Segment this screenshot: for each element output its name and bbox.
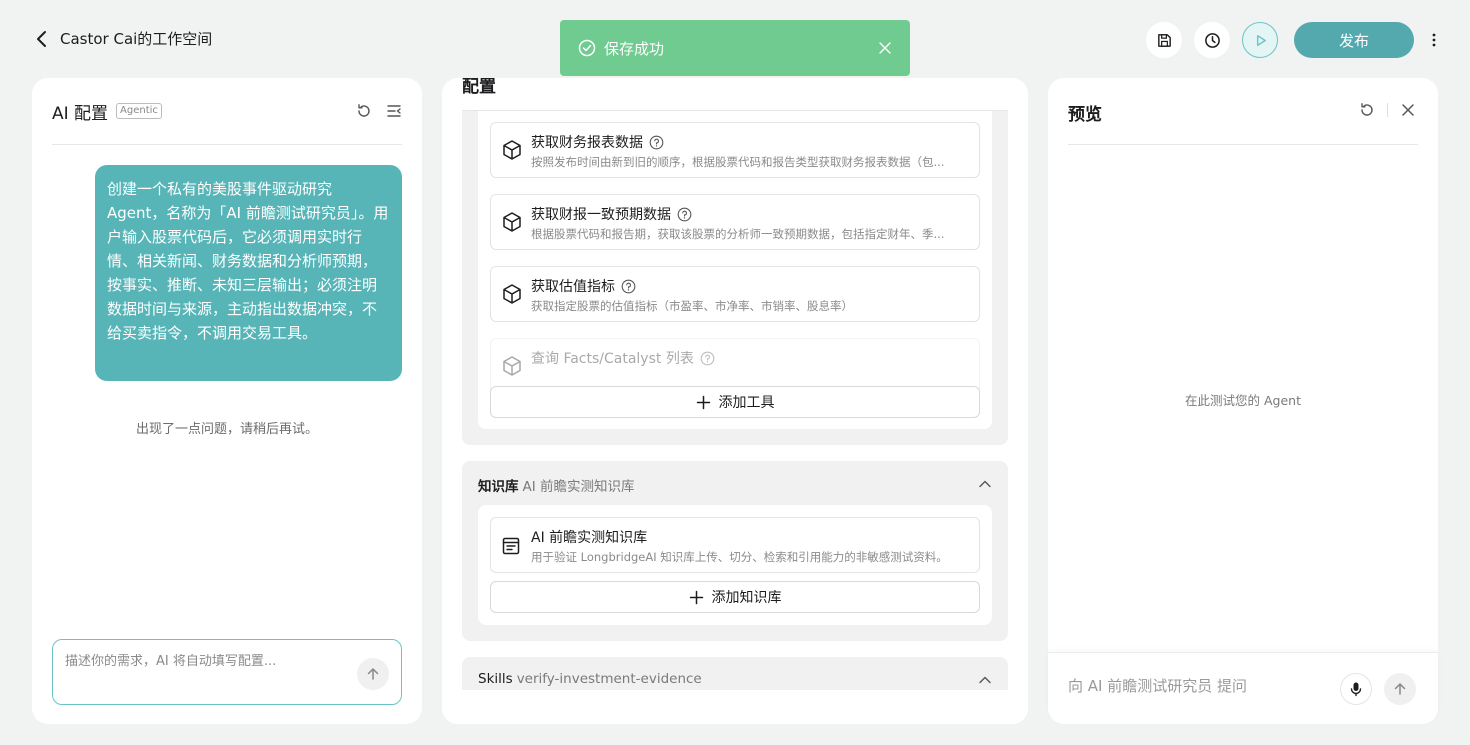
arrow-up-icon — [367, 668, 379, 680]
agentic-badge: Agentic — [116, 103, 162, 119]
publish-button[interactable]: 发布 — [1294, 22, 1414, 58]
tool-name-row: 获取财务报表数据 — [531, 132, 664, 152]
knowledge-header[interactable]: 知识库 AI 前瞻实测知识库 — [478, 475, 635, 495]
top-actions: 发布 — [1146, 22, 1442, 58]
cube-icon — [503, 212, 521, 232]
help-icon[interactable] — [700, 351, 715, 366]
close-icon[interactable] — [1400, 102, 1416, 118]
config-panel: 配置 获取财务报表数据 按照发布时间由新到旧的顺序，根据股票代码和报告类型获取财… — [442, 78, 1028, 724]
cube-icon — [503, 356, 521, 376]
more-menu-button[interactable] — [1426, 22, 1442, 58]
microphone-icon — [1350, 682, 1362, 697]
preview-actions-separator — [1387, 103, 1388, 117]
preview-divider — [1068, 144, 1418, 145]
help-icon[interactable] — [677, 207, 692, 222]
tool-description: 按照发布时间由新到旧的顺序，根据股票代码和报告类型获取财务报表数据（包... — [531, 155, 945, 169]
tool-name-row: 获取估值指标 — [531, 276, 636, 296]
back-to-workspace[interactable]: Castor Cai的工作空间 — [32, 28, 212, 49]
knowledge-list: AI 前瞻实测知识库 用于验证 LongbridgeAI 知识库上传、切分、检索… — [478, 505, 992, 625]
skills-label: Skills — [478, 671, 513, 687]
workspace-title: Castor Cai的工作空间 — [60, 30, 213, 48]
knowledge-section: 知识库 AI 前瞻实测知识库 AI 前瞻实测知识库 用于验证 Longbridge… — [462, 461, 1008, 641]
preview-chat-input[interactable] — [1068, 677, 1328, 695]
preview-title: 预览 — [1068, 105, 1102, 125]
skills-header[interactable]: Skills verify-investment-evidence — [478, 671, 702, 687]
tool-name-row: 查询 Facts/Catalyst 列表 — [531, 348, 715, 368]
preview-send-button[interactable] — [1384, 673, 1416, 705]
preview-chat-box — [1048, 652, 1438, 724]
chevron-up-icon[interactable] — [978, 477, 992, 491]
check-circle-icon — [578, 39, 596, 57]
user-message-bubble: 创建一个私有的美股事件驱动研究 Agent，名称为「AI 前瞻测试研究员」。用户… — [95, 165, 402, 381]
add-tool-label: 添加工具 — [718, 395, 775, 411]
list-collapse-icon[interactable] — [386, 103, 402, 119]
config-divider — [462, 110, 1008, 111]
add-tool-button[interactable]: 添加工具 — [490, 386, 980, 418]
tool-card[interactable]: 获取估值指标 获取指定股票的估值指标（市盈率、市净率、市销率、股息率） — [490, 266, 980, 322]
ai-config-header: AI 配置 Agentic — [52, 100, 402, 124]
arrow-up-icon — [1394, 683, 1406, 695]
tools-list[interactable]: 获取财务报表数据 按照发布时间由新到旧的顺序，根据股票代码和报告类型获取财务报表… — [478, 110, 992, 429]
knowledge-card[interactable]: AI 前瞻实测知识库 用于验证 LongbridgeAI 知识库上传、切分、检索… — [490, 517, 980, 573]
plus-icon — [696, 395, 710, 409]
knowledge-description: 用于验证 LongbridgeAI 知识库上传、切分、检索和引用能力的非敏感测试… — [531, 550, 948, 564]
cube-icon — [503, 140, 521, 160]
ai-prompt-box — [52, 639, 402, 705]
help-icon[interactable] — [649, 135, 664, 150]
more-vertical-icon — [1432, 33, 1436, 47]
tool-name: 获取财报一致预期数据 — [531, 207, 671, 223]
ai-prompt-input[interactable] — [65, 654, 345, 669]
config-panel-footer — [442, 690, 1028, 724]
toast-message: 保存成功 — [604, 39, 665, 58]
refresh-icon[interactable] — [356, 103, 372, 119]
tool-name: 获取估值指标 — [531, 279, 615, 295]
tool-description: 根据股票代码和报告期，获取该股票的分析师一致预期数据，包括指定财年、季... — [531, 227, 945, 241]
run-button[interactable] — [1242, 22, 1278, 58]
tool-name: 查询 Facts/Catalyst 列表 — [531, 351, 694, 367]
cube-icon — [503, 284, 521, 304]
tool-description: 获取指定股票的估值指标（市盈率、市净率、市销率、股息率） — [531, 299, 853, 313]
help-icon[interactable] — [621, 279, 636, 294]
ai-config-panel: AI 配置 Agentic 创建一个私有的美股事件驱动研究 Agent，名称为「… — [32, 78, 422, 724]
tool-card[interactable]: 获取财报一致预期数据 根据股票代码和报告期，获取该股票的分析师一致预期数据，包括… — [490, 194, 980, 250]
preview-actions — [1359, 102, 1416, 118]
ai-config-title: AI 配置 — [52, 103, 109, 124]
save-button[interactable] — [1146, 22, 1182, 58]
tool-name-row: 获取财报一致预期数据 — [531, 204, 692, 224]
knowledge-label: 知识库 — [478, 479, 519, 495]
success-toast: 保存成功 — [560, 20, 910, 76]
plus-icon — [689, 590, 703, 604]
document-icon — [502, 537, 520, 555]
chevron-left-icon — [37, 30, 46, 47]
ai-send-button[interactable] — [357, 658, 389, 690]
history-button[interactable] — [1194, 22, 1230, 58]
error-message: 出现了一点问题，请稍后再试。 — [135, 422, 318, 437]
config-title: 配置 — [462, 78, 496, 97]
clock-icon — [1204, 32, 1220, 48]
knowledge-value: AI 前瞻实测知识库 — [522, 479, 635, 495]
chevron-up-icon[interactable] — [978, 673, 992, 687]
skills-value: verify-investment-evidence — [516, 671, 702, 687]
knowledge-name: AI 前瞻实测知识库 — [531, 530, 648, 546]
ai-config-actions — [356, 103, 402, 119]
add-knowledge-button[interactable]: 添加知识库 — [490, 581, 980, 613]
preview-empty-text: 在此测试您的 Agent — [1185, 393, 1301, 408]
tool-card[interactable]: 获取财务报表数据 按照发布时间由新到旧的顺序，根据股票代码和报告类型获取财务报表… — [490, 122, 980, 178]
tools-section: 获取财务报表数据 按照发布时间由新到旧的顺序，根据股票代码和报告类型获取财务报表… — [462, 110, 1008, 445]
play-icon — [1256, 34, 1266, 46]
tool-name: 获取财务报表数据 — [531, 135, 643, 151]
add-knowledge-label: 添加知识库 — [711, 590, 782, 606]
save-icon — [1157, 33, 1171, 47]
ai-config-divider — [52, 144, 402, 145]
refresh-icon[interactable] — [1359, 102, 1375, 118]
close-icon[interactable] — [878, 41, 892, 55]
voice-input-button[interactable] — [1340, 673, 1372, 705]
preview-panel: 预览 在此测试您的 Agent — [1048, 78, 1438, 724]
